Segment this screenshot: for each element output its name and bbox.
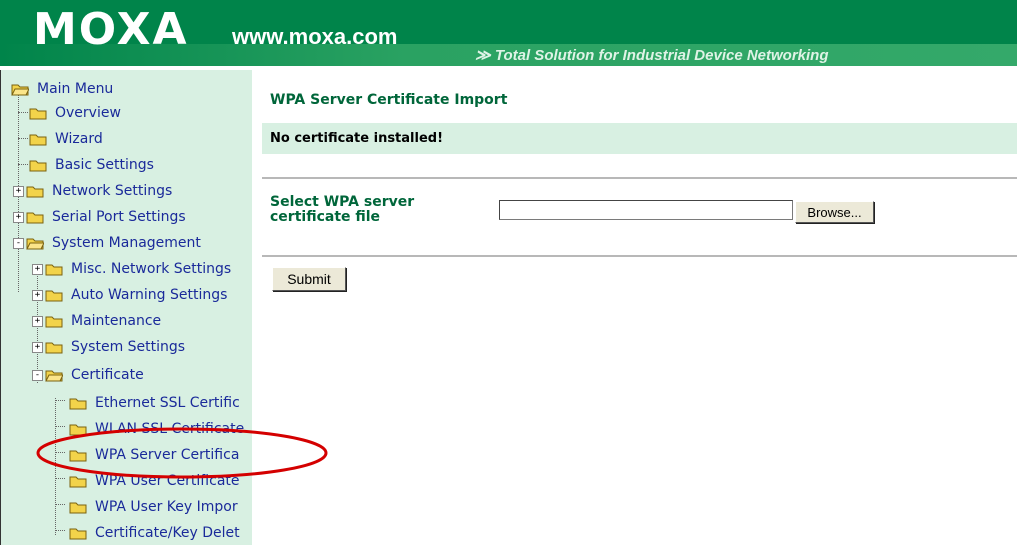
sidebar-item-label: Maintenance — [71, 313, 162, 329]
sidebar-item-label: System Management — [52, 235, 201, 251]
site-link[interactable]: www.moxa.com — [232, 24, 397, 50]
folder-icon — [26, 185, 44, 198]
folder-icon — [29, 133, 47, 146]
divider — [262, 255, 1017, 257]
divider — [262, 177, 1017, 179]
sidebar-item-label: Auto Warning Settings — [71, 287, 228, 303]
sidebar-item-system-settings[interactable]: + System Settings — [32, 336, 185, 358]
header-tagline: ≫ Total Solution for Industrial Device N… — [475, 47, 829, 64]
highlight-oval — [36, 427, 328, 479]
open-folder-icon — [26, 237, 44, 250]
sidebar-item-serial-port-settings[interactable]: + Serial Port Settings — [13, 206, 186, 228]
folder-icon — [69, 501, 87, 514]
sidebar-item-label: Certificate/Key Delet — [95, 525, 240, 541]
sidebar-item-label: Serial Port Settings — [52, 209, 186, 225]
submit-button[interactable]: Submit — [272, 267, 346, 291]
expand-icon[interactable]: + — [32, 289, 43, 301]
sidebar-item-main-menu[interactable]: Main Menu — [11, 78, 113, 100]
sidebar-item-label: Overview — [55, 105, 121, 121]
sidebar-item-label: Basic Settings — [55, 157, 154, 173]
folder-icon — [69, 397, 87, 410]
sidebar-item-misc-network-settings[interactable]: + Misc. Network Settings — [32, 258, 231, 280]
folder-icon — [29, 107, 47, 120]
sidebar-item-network-settings[interactable]: + Network Settings — [13, 180, 172, 202]
collapse-icon[interactable]: - — [13, 237, 24, 249]
expand-icon[interactable]: + — [32, 341, 43, 353]
sidebar-item-label: System Settings — [71, 339, 186, 355]
sidebar-item-label: Ethernet SSL Certific — [95, 395, 240, 411]
folder-icon — [26, 211, 44, 224]
moxa-logo: MOXA — [33, 4, 189, 55]
browse-button[interactable]: Browse... — [795, 201, 874, 223]
folder-icon — [45, 289, 63, 302]
sidebar-item-label: Main Menu — [37, 81, 114, 97]
expand-icon[interactable]: + — [13, 211, 24, 223]
sidebar-item-label: WPA User Key Impor — [95, 499, 238, 515]
sidebar-item-maintenance[interactable]: + Maintenance — [32, 310, 161, 332]
sidebar-item-label: Network Settings — [52, 183, 173, 199]
sidebar-item-auto-warning-settings[interactable]: + Auto Warning Settings — [32, 284, 227, 306]
sidebar-item-label: Misc. Network Settings — [71, 261, 232, 277]
folder-icon — [45, 341, 63, 354]
open-folder-icon — [11, 83, 29, 96]
header-banner: MOXA www.moxa.com ≫ Total Solution for I… — [0, 0, 1017, 66]
certificate-file-input[interactable] — [499, 200, 793, 220]
collapse-icon[interactable]: - — [32, 369, 43, 381]
open-folder-icon — [45, 369, 63, 382]
sidebar-item-certificate[interactable]: - Certificate — [32, 364, 144, 386]
sidebar-item-label: Wizard — [55, 131, 103, 147]
sidebar-item-wpa-user-key-import[interactable]: WPA User Key Impor — [69, 496, 238, 518]
status-message: No certificate installed! — [270, 131, 444, 146]
sidebar-item-basic-settings[interactable]: Basic Settings — [29, 154, 154, 176]
certificate-file-label: Select WPA server certificate file — [270, 194, 415, 225]
sidebar-item-ethernet-ssl-certificate[interactable]: Ethernet SSL Certific — [69, 392, 240, 414]
folder-icon — [45, 263, 63, 276]
expand-icon[interactable]: + — [32, 263, 43, 275]
status-bar: No certificate installed! — [262, 123, 1017, 154]
sidebar-item-certificate-key-delete[interactable]: Certificate/Key Delet — [69, 522, 240, 544]
folder-icon — [45, 315, 63, 328]
expand-icon[interactable]: + — [32, 315, 43, 327]
folder-icon — [69, 527, 87, 540]
sidebar-item-system-management[interactable]: - System Management — [13, 232, 201, 254]
sidebar-item-overview[interactable]: Overview — [29, 102, 121, 124]
expand-icon[interactable]: + — [13, 185, 24, 197]
page-title: WPA Server Certificate Import — [270, 92, 508, 108]
main-content: WPA Server Certificate Import No certifi… — [262, 70, 1017, 545]
folder-icon — [29, 159, 47, 172]
sidebar-item-label: Certificate — [71, 367, 144, 383]
sidebar-item-wizard[interactable]: Wizard — [29, 128, 103, 150]
